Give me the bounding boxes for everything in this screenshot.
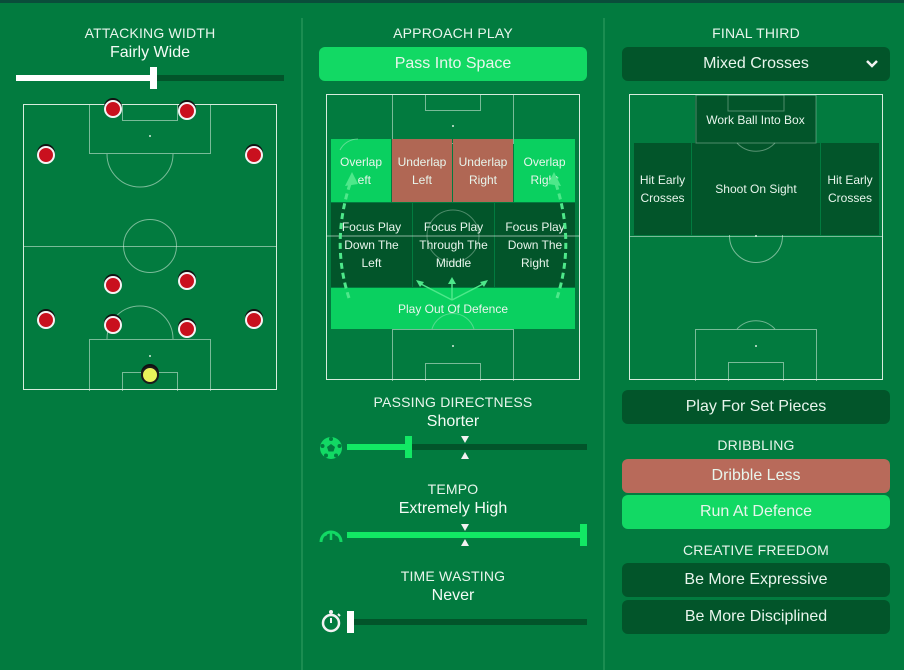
tempo-value: Extremely High: [398, 500, 508, 517]
goalkeeper-marker[interactable]: [141, 366, 159, 384]
passing-directness-title: PASSING DIRECTNESS: [373, 394, 533, 410]
pass-into-space-button[interactable]: Pass Into Space: [319, 47, 587, 81]
default-marker-top: [461, 436, 469, 443]
chevron-down-icon: [866, 60, 878, 68]
run-at-defence-button[interactable]: Run At Defence: [622, 495, 890, 529]
six-yard-box-bottom: [728, 362, 784, 381]
zone-focus-left[interactable]: Focus Play Down The Left: [331, 203, 412, 287]
be-more-expressive-button[interactable]: Be More Expressive: [622, 563, 890, 597]
passing-directness-value: Shorter: [426, 413, 480, 430]
player-marker[interactable]: [104, 276, 122, 294]
player-marker[interactable]: [245, 146, 263, 164]
dropdown-value: Mixed Crosses: [703, 55, 809, 72]
default-marker-bottom: [461, 452, 469, 459]
dribble-less-button[interactable]: Dribble Less: [622, 459, 890, 493]
player-marker[interactable]: [37, 146, 55, 164]
six-yard-box-top: [425, 94, 481, 111]
stopwatch-icon: [321, 610, 341, 633]
slider-fill: [347, 532, 587, 538]
six-yard-box-bottom: [425, 363, 481, 381]
time-wasting-value: Never: [431, 587, 475, 604]
zone-underlap-left[interactable]: Underlap Left: [392, 139, 452, 202]
slider-handle[interactable]: [347, 611, 354, 633]
zone-focus-right[interactable]: Focus Play Down The Right: [495, 203, 575, 287]
time-wasting-title: TIME WASTING: [400, 568, 506, 584]
football-icon: [320, 437, 342, 459]
zone-work-ball-into-box[interactable]: Work Ball Into Box: [695, 96, 816, 143]
player-marker[interactable]: [104, 100, 122, 118]
column-divider: [603, 18, 605, 670]
player-marker[interactable]: [178, 320, 196, 338]
zone-shoot-on-sight[interactable]: Shoot On Sight: [692, 143, 820, 235]
slider-handle[interactable]: [405, 436, 412, 458]
zone-focus-middle[interactable]: Focus Play Through The Middle: [413, 203, 494, 287]
player-marker[interactable]: [178, 272, 196, 290]
column-divider: [301, 18, 303, 670]
slider-track[interactable]: [347, 619, 587, 625]
approach-play-title: APPROACH PLAY: [393, 25, 513, 41]
zone-underlap-right[interactable]: Underlap Right: [453, 139, 513, 202]
slider-handle[interactable]: [580, 524, 587, 546]
zone-overlap-left[interactable]: Overlap Left: [331, 139, 391, 202]
zone-play-out-of-defence[interactable]: Play Out Of Defence: [331, 288, 575, 329]
dribbling-title: DRIBBLING: [717, 437, 795, 453]
zone-hit-early-crosses-right[interactable]: Hit Early Crosses: [821, 143, 879, 235]
slider-fill: [347, 444, 405, 450]
player-marker[interactable]: [178, 102, 196, 120]
player-marker[interactable]: [245, 311, 263, 329]
player-marker[interactable]: [104, 316, 122, 334]
creative-freedom-title: CREATIVE FREEDOM: [682, 542, 830, 558]
final-third-title: FINAL THIRD: [712, 25, 800, 41]
be-more-disciplined-button[interactable]: Be More Disciplined: [622, 600, 890, 634]
player-marker[interactable]: [37, 311, 55, 329]
default-marker-top: [461, 524, 469, 531]
zone-hit-early-crosses-left[interactable]: Hit Early Crosses: [634, 143, 691, 235]
tempo-title: TEMPO: [427, 481, 479, 497]
zone-overlap-right[interactable]: Overlap Right: [514, 139, 575, 202]
default-marker-bottom: [461, 539, 469, 546]
speedometer-icon: [319, 530, 343, 543]
pitch-arcs: [106, 135, 174, 357]
play-for-set-pieces-button[interactable]: Play For Set Pieces: [622, 390, 890, 424]
final-third-dropdown[interactable]: Mixed Crosses: [622, 47, 890, 81]
